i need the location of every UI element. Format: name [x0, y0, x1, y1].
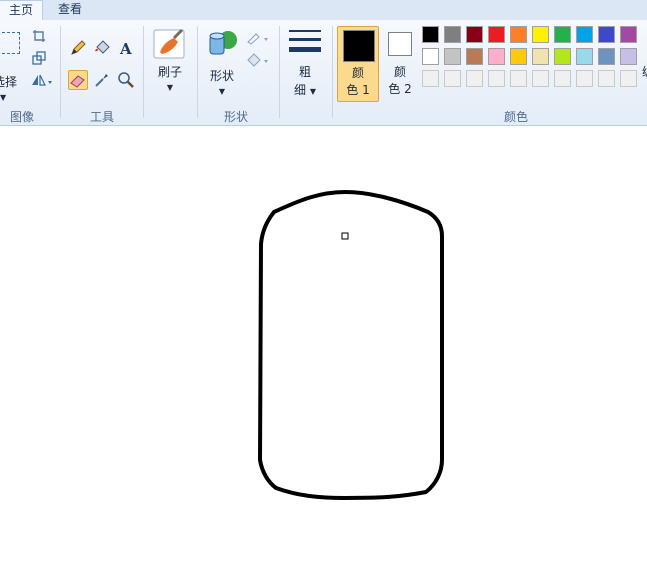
palette-swatch[interactable] — [488, 48, 505, 65]
drawing-canvas[interactable] — [0, 126, 647, 588]
fill-shape-icon[interactable] — [246, 52, 270, 68]
ribbon: 选择 ▼ 图像 A 工具 — [0, 20, 647, 126]
shapes-group-label: 形状 — [223, 110, 248, 124]
separator — [279, 26, 280, 118]
color-picker-tool[interactable] — [92, 70, 112, 90]
chevron-down-icon: ▼ — [166, 83, 174, 92]
palette-swatch[interactable] — [444, 70, 461, 87]
palette-swatch[interactable] — [576, 26, 593, 43]
palette-swatch[interactable] — [510, 48, 527, 65]
line-width-icon — [289, 30, 321, 52]
palette-swatch[interactable] — [466, 70, 483, 87]
palette-swatch[interactable] — [422, 70, 439, 87]
rotate-icon[interactable] — [30, 72, 52, 86]
palette-swatch[interactable] — [620, 26, 637, 43]
palette-swatch[interactable] — [422, 26, 439, 43]
svg-text:A: A — [119, 40, 132, 57]
palette-swatch[interactable] — [466, 48, 483, 65]
color2-label-line2: 色 2 — [388, 82, 412, 96]
palette-swatch[interactable] — [444, 26, 461, 43]
tools-group-label: 工具 — [89, 110, 114, 124]
palette-swatch[interactable] — [554, 70, 571, 87]
color2-swatch — [388, 32, 412, 56]
size-button[interactable]: 粗 细 ▼ — [284, 24, 326, 104]
text-tool[interactable]: A — [116, 38, 136, 58]
chevron-down-icon: ▼ — [0, 93, 7, 102]
palette-swatch[interactable] — [510, 70, 527, 87]
select-button[interactable]: 选择 ▼ — [0, 30, 22, 102]
brush-icon — [153, 28, 185, 59]
text-a-icon: A — [119, 40, 132, 58]
palette-swatch[interactable] — [488, 26, 505, 43]
tab-view[interactable]: 查看 — [46, 0, 94, 20]
select-label: 选择 — [0, 75, 17, 89]
eraser-tool[interactable] — [68, 70, 88, 90]
separator — [197, 26, 198, 118]
color1-label-line1: 颜 — [351, 66, 364, 80]
palette-swatch[interactable] — [532, 48, 549, 65]
palette-swatch[interactable] — [576, 48, 593, 65]
palette-swatch[interactable] — [598, 70, 615, 87]
brushes-label: 刷子 — [157, 65, 182, 79]
palette-swatch[interactable] — [620, 48, 637, 65]
shapes-button[interactable]: 形状 ▼ — [202, 24, 242, 104]
select-rectangle-icon — [0, 32, 20, 54]
palette-swatch[interactable] — [554, 48, 571, 65]
tab-home[interactable]: 主页 — [0, 0, 43, 21]
colors-group-label: 颜色 — [503, 110, 528, 124]
shapes-icon — [209, 31, 237, 55]
shapes-label: 形状 — [209, 69, 234, 83]
palette-swatch[interactable] — [532, 26, 549, 43]
color-palette — [422, 26, 647, 96]
brushes-button[interactable]: 刷子 ▼ — [149, 24, 191, 104]
palette-swatch[interactable] — [598, 26, 615, 43]
color1-label-line2: 色 1 — [346, 83, 370, 97]
edit-colors-button[interactable]: 编 — [642, 64, 647, 80]
color1-button[interactable]: 颜 色 1 — [337, 26, 379, 102]
image-group-label: 图像 — [9, 110, 34, 124]
separator — [143, 26, 144, 118]
palette-swatch[interactable] — [488, 70, 505, 87]
resize-icon[interactable] — [32, 50, 46, 65]
magnifier-icon — [118, 72, 134, 88]
eyedropper-icon — [95, 74, 108, 87]
palette-swatch[interactable] — [554, 26, 571, 43]
separator — [332, 26, 333, 118]
palette-swatch[interactable] — [444, 48, 461, 65]
paint-bucket-icon — [95, 40, 110, 54]
outline-icon[interactable] — [246, 30, 270, 46]
palette-swatch[interactable] — [576, 70, 593, 87]
ribbon-tab-bar: 主页 查看 — [0, 0, 647, 21]
chevron-down-icon: ▼ — [218, 87, 226, 96]
color1-swatch — [343, 30, 375, 62]
eraser-icon — [70, 75, 85, 88]
pencil-icon — [71, 40, 86, 55]
fill-tool[interactable] — [92, 38, 112, 58]
palette-swatch[interactable] — [422, 48, 439, 65]
crop-icon[interactable] — [32, 28, 46, 42]
color2-label-line1: 颜 — [393, 65, 406, 79]
palette-swatch[interactable] — [620, 70, 637, 87]
color2-button[interactable]: 颜 色 2 — [380, 26, 420, 102]
palette-swatch[interactable] — [510, 26, 527, 43]
size-label-line1: 粗 — [298, 65, 311, 79]
drawn-rounded-shape — [258, 190, 444, 500]
palette-swatch[interactable] — [532, 70, 549, 87]
chevron-down-icon: ▼ — [309, 87, 316, 96]
separator — [60, 26, 61, 118]
palette-swatch[interactable] — [466, 26, 483, 43]
palette-swatch[interactable] — [598, 48, 615, 65]
pencil-tool[interactable] — [68, 38, 88, 58]
size-label-line2-text: 细 — [294, 83, 307, 97]
size-label-line2: 细 ▼ — [284, 82, 326, 100]
magnifier-tool[interactable] — [116, 70, 136, 90]
